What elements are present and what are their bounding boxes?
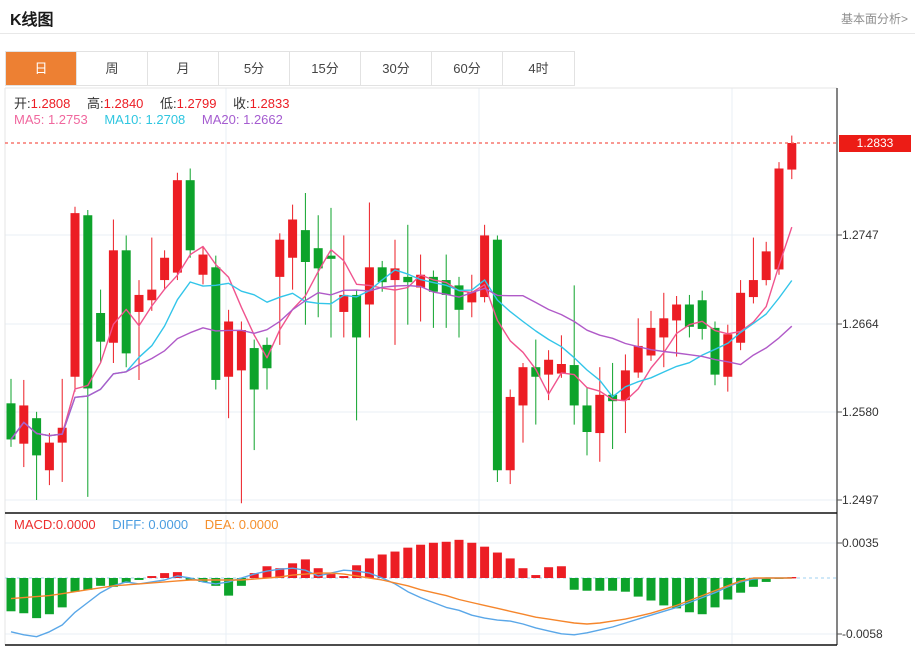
tab-month[interactable]: 月 <box>148 52 219 85</box>
tab-4hour[interactable]: 4时 <box>503 52 574 85</box>
page-title: K线图 <box>10 12 54 29</box>
close-label: 收: <box>233 96 250 111</box>
ma5-legend: MA5: 1.2753 <box>14 112 88 127</box>
tab-15min[interactable]: 15分 <box>290 52 361 85</box>
ma-legend: MA5: 1.2753 MA10: 1.2708 MA20: 1.2662 <box>14 112 296 127</box>
tab-60min[interactable]: 60分 <box>432 52 503 85</box>
ma10-legend: MA10: 1.2708 <box>104 112 186 127</box>
ohlc-legend: 开:1.2808 高:1.2840 低:1.2799 收:1.2833 <box>14 93 302 112</box>
tab-5min[interactable]: 5分 <box>219 52 290 85</box>
tab-day[interactable]: 日 <box>6 52 77 85</box>
tab-week[interactable]: 周 <box>77 52 148 85</box>
low-label: 低: <box>160 96 177 111</box>
low-value: 1.2799 <box>176 96 217 111</box>
price-axis-label: 1.2747 <box>842 228 879 242</box>
price-axis-label: 1.2497 <box>842 493 879 507</box>
macd-value-legend: MACD:0.0000 <box>14 517 96 532</box>
diff-value-legend: DIFF: 0.0000 <box>112 517 189 532</box>
macd-axis-label: -0.0058 <box>842 627 883 641</box>
macd-axis-label: 0.0035 <box>842 536 879 550</box>
current-price-badge: 1.2833 <box>839 135 911 152</box>
high-value: 1.2840 <box>103 96 144 111</box>
close-value: 1.2833 <box>249 96 290 111</box>
fundamental-analysis-link[interactable]: 基本面分析> <box>841 10 908 27</box>
ma20-legend: MA20: 1.2662 <box>201 112 283 127</box>
tab-30min[interactable]: 30分 <box>361 52 432 85</box>
price-axis-label: 1.2580 <box>842 405 879 419</box>
kline-widget: K线图 基本面分析> 日 周 月 5分 15分 30分 60分 4时 开:1.2… <box>0 0 915 650</box>
open-value: 1.2808 <box>30 96 71 111</box>
price-axis-label: 1.2664 <box>842 317 879 331</box>
high-label: 高: <box>87 96 104 111</box>
dea-value-legend: DEA: 0.0000 <box>204 517 279 532</box>
macd-legend: MACD:0.0000 DIFF: 0.0000 DEA: 0.0000 <box>14 517 292 532</box>
open-label: 开: <box>14 96 31 111</box>
interval-tabbar: 日 周 月 5分 15分 30分 60分 4时 <box>5 51 575 86</box>
header-divider <box>0 33 915 34</box>
